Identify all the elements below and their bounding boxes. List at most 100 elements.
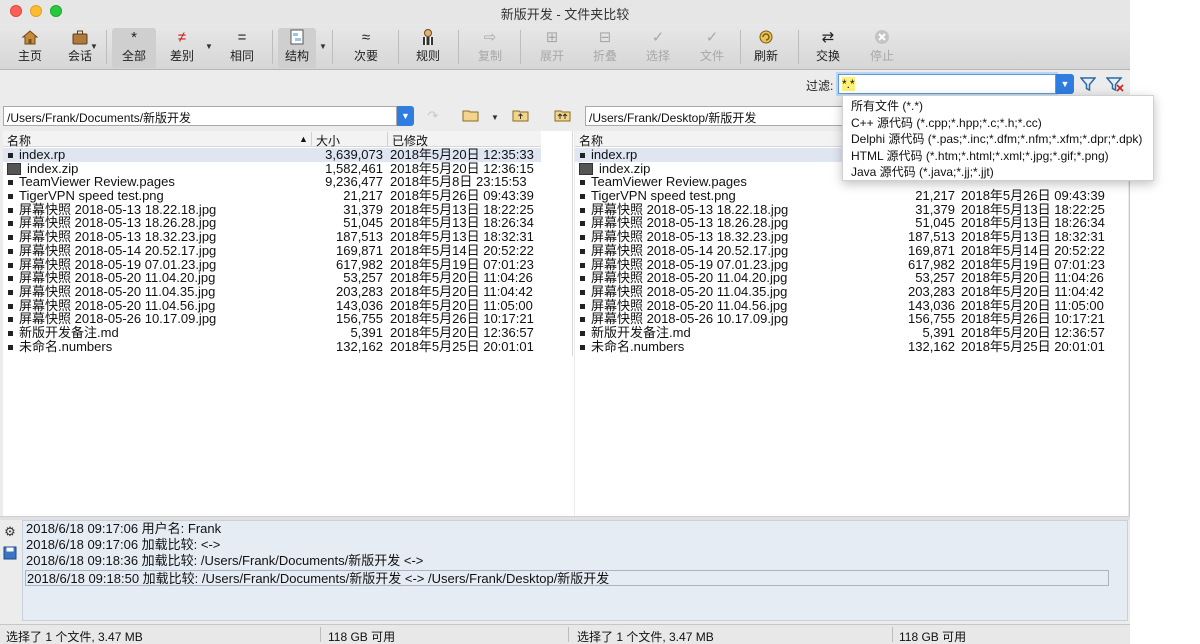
file-modified: 2018年5月13日 18:26:34 — [390, 215, 534, 231]
file-row[interactable]: 屏幕快照 2018-05-19 07.01.23.jpg 617,982 2018年… — [3, 256, 541, 272]
file-row[interactable]: TeamViewer Review.pages 9,236,477 2018年5月8… — [3, 175, 541, 189]
file-row[interactable]: 屏幕快照 2018-05-20 11.04.56.jpg 143,036 2018年… — [3, 297, 541, 313]
left-path-dropdown[interactable]: ▼ — [397, 106, 414, 126]
file-row[interactable]: 屏幕快照 2018-05-20 11.04.20.jpg 53,257 2018年5… — [575, 271, 1128, 285]
filter-same-button[interactable]: = 相同 — [222, 28, 262, 68]
session-dropdown-icon[interactable]: ▼ — [90, 42, 98, 51]
funnel-icon[interactable] — [1079, 76, 1097, 96]
diffs-dropdown-icon[interactable]: ▼ — [205, 42, 213, 51]
stop-button[interactable]: 停止 — [862, 28, 902, 68]
file-size: 143,036 — [336, 297, 383, 313]
file-row[interactable]: index.rp 3,639,073 2018年5月20日 12:35:33 — [3, 148, 541, 162]
expand-button[interactable]: ⊞ 展开 — [532, 28, 572, 68]
file-row[interactable]: 屏幕快照 2018-05-13 18.32.23.jpg 187,513 2018年… — [3, 230, 541, 244]
filter-dropdown-menu: 所有文件 (*.*) C++ 源代码 (*.cpp;*.hpp;*.c;*.h;… — [842, 95, 1154, 181]
file-row[interactable]: 屏幕快照 2018-05-26 10.17.09.jpg 156,755 2018年… — [3, 312, 541, 326]
files-button[interactable]: ✓ 文件 — [692, 28, 732, 68]
chevron-down-icon: ▼ — [401, 111, 410, 121]
file-row[interactable]: 屏幕快照 2018-05-20 11.04.35.jpg 203,283 2018年… — [575, 285, 1128, 299]
file-size: 5,391 — [922, 324, 955, 340]
file-row[interactable]: index.zip 1,582,461 2018年5月20日 12:36:15 — [3, 161, 541, 176]
file-size: 132,162 — [908, 338, 955, 354]
file-row[interactable]: 屏幕快照 2018-05-13 18.22.18.jpg 31,379 2018年5… — [575, 203, 1128, 217]
house-icon — [12, 28, 48, 48]
file-name: 屏幕快照 2018-05-19 07.01.23.jpg — [19, 256, 217, 272]
file-name: 未命名.numbers — [19, 338, 113, 354]
collapse-button[interactable]: ⊟ 折叠 — [585, 28, 625, 68]
file-row[interactable]: TigerVPN speed test.png 21,217 2018年5月26日 … — [3, 189, 541, 203]
file-row[interactable]: 屏幕快照 2018-05-14 20.52.17.jpg 169,871 2018年… — [575, 244, 1128, 258]
file-modified: 2018年5月20日 12:36:57 — [961, 324, 1105, 340]
file-row[interactable]: 新版开发备注.md 5,391 2018年5月20日 12:36:57 — [575, 326, 1128, 340]
open-folder-icon[interactable] — [462, 107, 480, 125]
filter-menu-item[interactable]: Delphi 源代码 (*.pas;*.inc;*.dfm;*.nfm;*.xf… — [843, 131, 1153, 148]
save-log-icon[interactable] — [2, 546, 18, 562]
file-row[interactable]: 未命名.numbers 132,162 2018年5月25日 20:01:01 — [3, 338, 541, 354]
collapse-icon: ⊟ — [598, 29, 612, 46]
pane-divider — [572, 131, 573, 356]
filter-label: 过滤: — [806, 79, 834, 93]
open-folder-dropdown-icon[interactable]: ▼ — [491, 113, 499, 122]
parent-both-icon[interactable] — [554, 107, 572, 125]
filter-menu-item[interactable]: 所有文件 (*.*) — [843, 98, 1153, 115]
right-free-space: 118 GB 可用 — [899, 630, 967, 644]
file-name: 未命名.numbers — [591, 338, 685, 354]
structure-button[interactable]: 结构 — [278, 28, 316, 68]
filter-dropdown-button[interactable]: ▼ — [1056, 74, 1074, 94]
refresh-button[interactable]: 刷新 — [746, 28, 786, 68]
file-icon — [580, 344, 585, 350]
file-icon — [8, 344, 13, 350]
referee-icon — [408, 28, 448, 48]
filter-diffs-button[interactable]: ≠ 差别 — [162, 28, 202, 68]
file-modified: 2018年5月20日 11:04:26 — [390, 270, 533, 286]
file-row[interactable]: 屏幕快照 2018-05-20 11.04.56.jpg 143,036 2018年… — [575, 298, 1128, 313]
filter-input[interactable]: *.* — [838, 74, 1056, 94]
file-row[interactable]: 屏幕快照 2018-05-20 11.04.35.jpg 203,283 2018年… — [3, 285, 541, 299]
file-name: TeamViewer Review.pages — [19, 174, 175, 190]
file-row[interactable]: 未命名.numbers 132,162 2018年5月25日 20:01:01 — [575, 338, 1128, 354]
gear-icon[interactable]: ⚙ — [2, 524, 18, 540]
left-path-input[interactable]: /Users/Frank/Documents/新版开发 — [3, 106, 397, 126]
right-file-pane[interactable]: 名称 index.rp index.zip TeamViewer Review.pa… — [575, 131, 1128, 516]
file-name: 屏幕快照 2018-05-14 20.52.17.jpg — [19, 242, 217, 258]
file-row[interactable]: 屏幕快照 2018-05-20 11.04.20.jpg 53,257 2018年5… — [3, 271, 541, 285]
filter-menu-item[interactable]: HTML 源代码 (*.htm;*.html;*.xml;*.jpg;*.gif… — [843, 148, 1153, 165]
filter-menu-item[interactable]: C++ 源代码 (*.cpp;*.hpp;*.c;*.h;*.cc) — [843, 115, 1153, 132]
file-name: TeamViewer Review.pages — [591, 174, 747, 190]
file-row[interactable]: 屏幕快照 2018-05-13 18.22.18.jpg 31,379 2018年5… — [3, 203, 541, 217]
file-icon — [580, 153, 585, 158]
file-size: 21,217 — [343, 188, 383, 204]
rules-button[interactable]: 规则 — [408, 28, 448, 68]
file-icon — [580, 235, 585, 241]
file-row[interactable]: 屏幕快照 2018-05-13 18.32.23.jpg 187,513 2018年… — [575, 230, 1128, 244]
left-file-list: index.rp 3,639,073 2018年5月20日 12:35:33 inde… — [3, 148, 541, 353]
structure-dropdown-icon[interactable]: ▼ — [319, 42, 327, 51]
file-icon — [8, 262, 13, 268]
copy-button[interactable]: ⇨ 复制 — [470, 28, 510, 68]
file-row[interactable]: 屏幕快照 2018-05-19 07.01.23.jpg 617,982 2018年… — [575, 257, 1128, 272]
left-file-pane[interactable]: 名称 ▲ 大小 已修改 index.rp 3,639,073 2018年5月20日 … — [3, 131, 541, 516]
filter-menu-item[interactable]: Java 源代码 (*.java;*.jj;*.jjt) — [843, 164, 1153, 181]
file-row[interactable]: 屏幕快照 2018-05-13 18.26.28.jpg 51,045 2018年5… — [3, 216, 541, 230]
file-size: 51,045 — [915, 215, 955, 231]
file-row[interactable]: 屏幕快照 2018-05-14 20.52.17.jpg 169,871 2018年… — [3, 244, 541, 258]
file-row[interactable]: 屏幕快照 2018-05-26 10.17.09.jpg 156,755 2018年… — [575, 312, 1128, 326]
status-bar: 选择了 1 个文件, 3.47 MB 118 GB 可用 选择了 1 个文件, … — [0, 624, 1130, 644]
file-row[interactable]: TigerVPN speed test.png 21,217 2018年5月26日 … — [575, 189, 1128, 203]
stop-icon — [862, 28, 902, 48]
file-row[interactable]: 新版开发备注.md 5,391 2018年5月20日 12:36:57 — [3, 326, 541, 340]
select-button[interactable]: ✓ 选择 — [638, 28, 678, 68]
right-path-input[interactable]: /Users/Frank/Desktop/新版开发 — [585, 106, 843, 126]
filter-all-button[interactable]: * 全部 — [112, 28, 156, 68]
sync-arrow-icon[interactable]: ↷ — [424, 107, 442, 125]
home-button[interactable]: 主页 — [12, 28, 48, 68]
file-name: index.rp — [19, 147, 66, 162]
minor-button[interactable]: ≈ 次要 — [346, 28, 386, 68]
log-entry: 2018/6/18 09:18:36 加载比较: /Users/Frank/Do… — [26, 553, 424, 568]
file-row[interactable]: 屏幕快照 2018-05-13 18.26.28.jpg 51,045 2018年5… — [575, 216, 1128, 230]
funnel-clear-icon[interactable] — [1105, 76, 1124, 96]
swap-button[interactable]: ⇄ 交换 — [808, 28, 848, 68]
file-name: 屏幕快照 2018-05-13 18.26.28.jpg — [19, 215, 217, 231]
file-size: 132,162 — [336, 338, 383, 354]
parent-folder-icon[interactable] — [512, 107, 530, 125]
